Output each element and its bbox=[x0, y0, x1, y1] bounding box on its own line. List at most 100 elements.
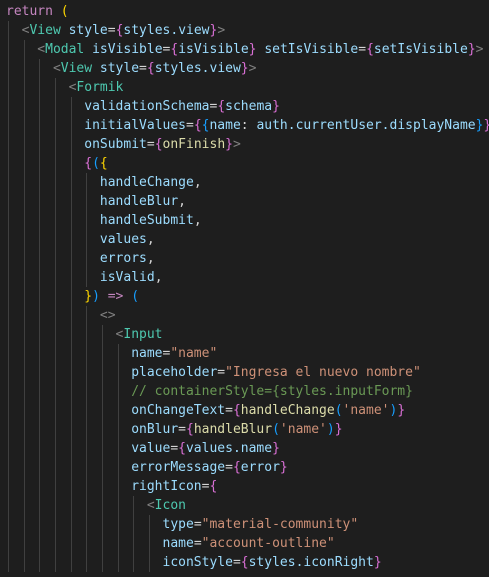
indent-guide bbox=[101, 553, 103, 572]
code-text: errors, bbox=[100, 249, 155, 268]
code-token: } bbox=[397, 403, 406, 418]
code-text: <View style={styles.view}> bbox=[22, 21, 226, 40]
code-token: => bbox=[107, 289, 124, 304]
code-token: ( bbox=[131, 289, 140, 304]
code-token: = bbox=[146, 137, 155, 152]
code-line[interactable]: // containerStyle={styles.inputForm} bbox=[0, 382, 489, 401]
code-text: name="account-outline" bbox=[163, 534, 335, 553]
code-token: Input bbox=[123, 327, 163, 342]
indent-guide bbox=[8, 420, 9, 439]
code-editor[interactable]: return (<View style={styles.view}> <Modal… bbox=[0, 0, 489, 577]
code-line[interactable]: {({ bbox=[0, 154, 489, 173]
code-token: } bbox=[279, 460, 288, 475]
code-line[interactable]: <Formik bbox=[0, 78, 489, 97]
indent-guide bbox=[86, 439, 88, 458]
indent-guide bbox=[8, 401, 9, 420]
code-token: setIsVisible bbox=[373, 42, 468, 57]
code-token: < bbox=[52, 61, 61, 76]
code-line[interactable]: <Input bbox=[0, 325, 489, 344]
code-token: View bbox=[29, 23, 61, 38]
code-token: < bbox=[37, 42, 46, 57]
code-text: iconStyle={styles.iconRight} bbox=[163, 553, 382, 572]
indent-guide bbox=[101, 325, 103, 344]
indent-guide bbox=[39, 211, 41, 230]
code-token: handleSubmit bbox=[99, 213, 194, 228]
indent-guide bbox=[86, 344, 88, 363]
code-text: <View style={styles.view}> bbox=[53, 59, 257, 78]
indent-guide bbox=[8, 363, 9, 382]
indent-guide bbox=[8, 325, 9, 344]
code-token: schema bbox=[225, 99, 273, 114]
indent-guide bbox=[70, 553, 72, 572]
code-token: { bbox=[240, 555, 249, 570]
code-token: styles.iconRight bbox=[248, 555, 374, 570]
indent-guide bbox=[101, 496, 103, 515]
indent-guide bbox=[70, 458, 72, 477]
code-line[interactable]: <View style={styles.view}> bbox=[0, 59, 489, 78]
code-line[interactable]: value={values.name} bbox=[0, 439, 489, 458]
code-text: handleBlur, bbox=[100, 192, 186, 211]
indent-guide bbox=[39, 363, 41, 382]
indent-guide bbox=[117, 363, 119, 382]
code-line[interactable]: placeholder="Ingresa el nuevo nombre" bbox=[0, 363, 489, 382]
indent-guide bbox=[8, 477, 9, 496]
code-text: onBlur={handleBlur('name')} bbox=[131, 420, 342, 439]
code-line[interactable]: validationSchema={schema} bbox=[0, 97, 489, 116]
indent-guide bbox=[54, 496, 56, 515]
code-token: { bbox=[366, 42, 374, 57]
indent-guide bbox=[54, 439, 56, 458]
indent-guide bbox=[39, 78, 41, 97]
code-line[interactable]: errorMessage={error} bbox=[0, 458, 489, 477]
code-line[interactable]: values, bbox=[0, 230, 489, 249]
indent-guide bbox=[39, 249, 41, 268]
indent-guide bbox=[39, 192, 41, 211]
code-line[interactable]: errors, bbox=[0, 249, 489, 268]
code-line[interactable]: onChangeText={handleChange('name')} bbox=[0, 401, 489, 420]
indent-guide bbox=[8, 344, 9, 363]
code-line[interactable]: type="material-community" bbox=[0, 515, 489, 534]
code-token: isVisible bbox=[92, 42, 163, 57]
code-text: initialValues={{name: auth.currentUser.d… bbox=[84, 116, 489, 135]
code-line[interactable]: iconStyle={styles.iconRight} bbox=[0, 553, 489, 572]
indent-guide bbox=[117, 382, 119, 401]
indent-guide bbox=[54, 97, 56, 116]
code-line[interactable]: }) => ( bbox=[0, 287, 489, 306]
indent-guide bbox=[54, 268, 56, 287]
code-token: } bbox=[272, 441, 280, 456]
indent-guide bbox=[54, 382, 56, 401]
indent-guide bbox=[133, 515, 135, 534]
code-line[interactable]: <> bbox=[0, 306, 489, 325]
indent-guide bbox=[117, 458, 119, 477]
code-line[interactable]: onSubmit={onFinish}> bbox=[0, 135, 489, 154]
code-text: placeholder="Ingresa el nuevo nombre" bbox=[131, 363, 421, 382]
indent-guide bbox=[133, 553, 135, 572]
indent-guide bbox=[70, 344, 72, 363]
indent-guide bbox=[54, 249, 56, 268]
code-token: style bbox=[99, 61, 140, 76]
code-line[interactable]: initialValues={{name: auth.currentUser.d… bbox=[0, 116, 489, 135]
indent-guide bbox=[70, 439, 72, 458]
indent-guide bbox=[23, 344, 25, 363]
code-line[interactable]: name="name" bbox=[0, 344, 489, 363]
code-text: <Formik bbox=[69, 78, 124, 97]
code-line[interactable]: <Icon bbox=[0, 496, 489, 515]
indent-guide bbox=[23, 40, 25, 59]
code-line[interactable]: isValid, bbox=[0, 268, 489, 287]
code-line[interactable]: rightIcon={ bbox=[0, 477, 489, 496]
code-line[interactable]: <View style={styles.view}> bbox=[0, 21, 489, 40]
code-line[interactable]: handleBlur, bbox=[0, 192, 489, 211]
code-token: = bbox=[170, 441, 179, 456]
code-line[interactable]: <Modal isVisible ={isVisible} setIsVisibl… bbox=[0, 40, 489, 59]
code-line[interactable]: onBlur={handleBlur('name')} bbox=[0, 420, 489, 439]
code-token: , bbox=[193, 213, 202, 228]
indent-guide bbox=[23, 458, 25, 477]
indent-guide bbox=[117, 401, 119, 420]
code-line[interactable]: return ( bbox=[0, 2, 489, 21]
code-line[interactable]: handleSubmit, bbox=[0, 211, 489, 230]
indent-guide bbox=[23, 173, 25, 192]
indent-guide bbox=[39, 154, 41, 173]
indent-guide bbox=[101, 477, 103, 496]
code-line[interactable]: name="account-outline" bbox=[0, 534, 489, 553]
code-token: { bbox=[209, 479, 218, 494]
code-line[interactable]: handleChange, bbox=[0, 173, 489, 192]
